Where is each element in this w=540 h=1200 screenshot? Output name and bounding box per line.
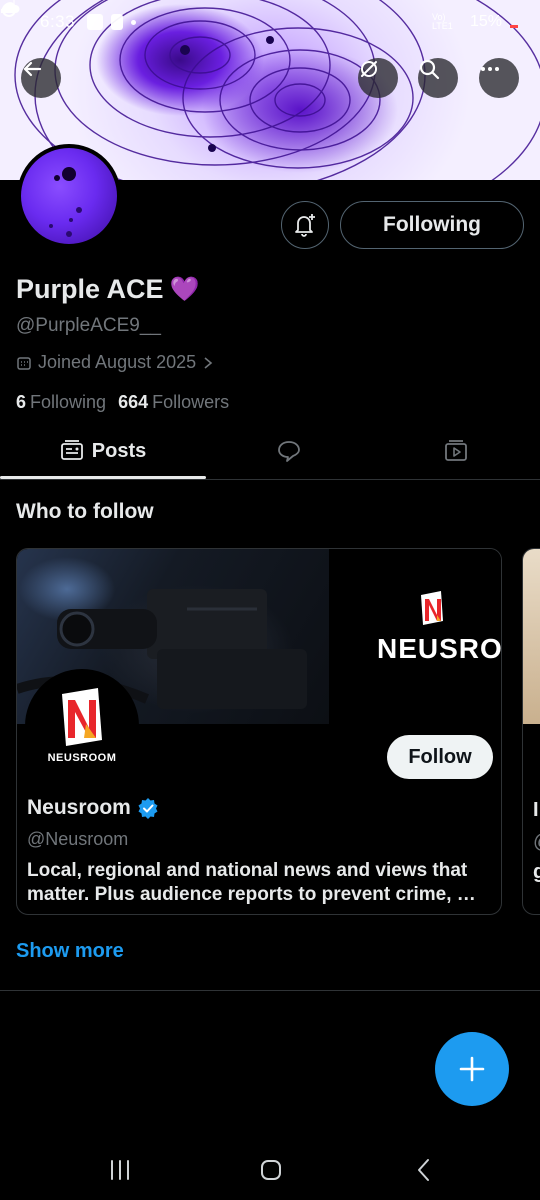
next-card-handle-fragment: @: [533, 831, 540, 854]
followers-count[interactable]: 664 Followers: [118, 392, 229, 413]
more-horizontal-icon: [481, 67, 499, 71]
posts-icon: [60, 440, 83, 460]
neusroom-logo-icon: [62, 688, 102, 746]
suggestion-card[interactable]: NEUSROOM NEUSROOM Follow Neusroom @Neusr…: [16, 548, 502, 915]
following-count-label: Following: [30, 392, 107, 412]
display-name-text: Purple ACE: [16, 274, 164, 304]
tab-posts[interactable]: Posts: [0, 424, 206, 478]
card-avatar-text: NEUSROOM: [47, 752, 117, 764]
reply-bubble-icon: [278, 441, 300, 462]
notifications-button[interactable]: [281, 201, 329, 249]
slash-circle-icon: [361, 61, 377, 77]
card-avatar[interactable]: NEUSROOM: [25, 669, 139, 783]
profile-avatar[interactable]: [17, 144, 121, 248]
next-card-name-fragment: I: [533, 799, 539, 821]
follow-button[interactable]: Follow: [387, 735, 493, 779]
chevron-right-icon: [204, 356, 213, 369]
more-button[interactable]: [479, 58, 519, 98]
battery-icon: [510, 24, 518, 28]
follow-counts: 6 Following 664 Followers: [16, 392, 229, 413]
recents-button[interactable]: [100, 1150, 140, 1190]
back-chevron-icon: [418, 1159, 429, 1181]
card-handle: @Neusroom: [27, 829, 129, 849]
verified-badge-icon: [138, 798, 158, 819]
followers-count-label: Followers: [152, 392, 230, 412]
gallery-icon: [87, 14, 104, 30]
who-to-follow-title: Who to follow: [16, 500, 154, 523]
tab-media[interactable]: [372, 424, 540, 478]
following-button[interactable]: Following: [340, 201, 524, 249]
more-notifications-dot: [131, 19, 137, 25]
status-bar: 6:33 Vo) LTE1 15%: [0, 0, 540, 44]
following-count-number: 6: [16, 392, 27, 412]
show-more-link[interactable]: Show more: [16, 940, 124, 963]
joined-date[interactable]: Joined August 2025: [16, 352, 214, 373]
calendar-icon: [17, 356, 31, 370]
tab-posts-label: Posts: [91, 439, 147, 462]
back-button[interactable]: [21, 58, 61, 98]
active-tab-indicator: [0, 476, 206, 479]
signal-icon: [1, 0, 15, 13]
compose-button[interactable]: [435, 1032, 509, 1106]
system-nav-bar: [0, 1140, 540, 1200]
battery-percent: 15%: [469, 13, 502, 30]
card-bio: Local, regional and national news and vi…: [27, 860, 476, 905]
avatar-image: [49, 167, 82, 237]
neusroom-logo-banner-icon: [421, 591, 443, 625]
arrow-left-icon: [23, 61, 42, 77]
home-button[interactable]: [251, 1150, 291, 1190]
plus-icon: [459, 1056, 485, 1082]
status-notification-icons: [1, 2, 137, 30]
followers-count-number: 664: [118, 392, 149, 412]
following-count[interactable]: 6 Following: [16, 392, 106, 413]
search-button[interactable]: [418, 58, 458, 98]
profile-handle: @PurpleACE9__: [16, 315, 161, 336]
bell-plus-icon: [295, 214, 315, 237]
next-suggestion-card[interactable]: I @ g: [522, 548, 540, 915]
recents-icon: [111, 1160, 129, 1180]
status-time: 6:33: [40, 12, 76, 31]
grok-button[interactable]: [358, 58, 398, 98]
network-label: Vo) LTE1: [431, 12, 453, 31]
next-card-banner: [523, 549, 540, 724]
joined-text: Joined August 2025: [38, 352, 197, 372]
banner-brand-text: NEUSROOM: [377, 633, 502, 664]
status-right: Vo) LTE1 15%: [1, 0, 518, 31]
tab-replies[interactable]: [206, 424, 372, 478]
display-name: Purple ACE 💜: [16, 274, 199, 305]
card-name: Neusroom: [27, 796, 159, 820]
alert-icon: [111, 14, 124, 30]
purple-heart-emoji: 💜: [169, 276, 200, 303]
section-divider: [0, 990, 540, 991]
profile-tabs: Posts: [0, 424, 540, 480]
media-icon: [445, 440, 467, 461]
system-back-button[interactable]: [404, 1150, 444, 1190]
search-icon: [419, 59, 440, 80]
next-card-bio-fragment: g: [533, 861, 540, 884]
card-name-text: Neusroom: [27, 796, 131, 819]
home-icon: [261, 1160, 281, 1180]
